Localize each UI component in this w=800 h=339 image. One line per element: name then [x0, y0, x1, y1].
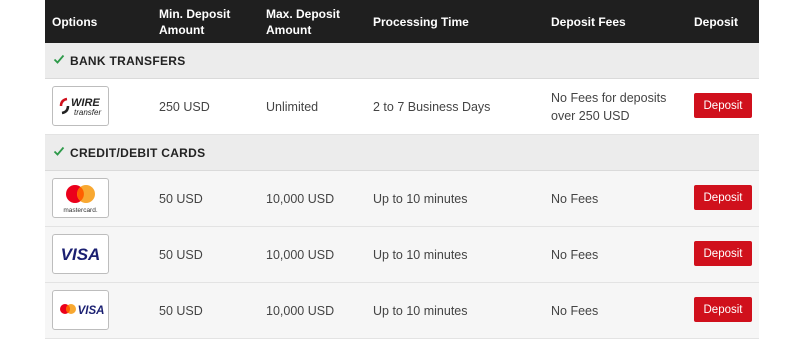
mastercard-logo: mastercard. [52, 178, 109, 218]
deposit-fees: No Fees for deposits over 250 USD [551, 90, 667, 123]
section-title: CREDIT/DEBIT CARDS [70, 145, 206, 160]
table-row: WIRE transfer 250 USD Unlimited 2 to 7 B… [45, 79, 759, 135]
processing-time: Up to 10 minutes [373, 303, 468, 318]
header-options: Options [52, 14, 98, 29]
min-deposit: 50 USD [159, 191, 203, 206]
deposit-button[interactable]: Deposit [694, 93, 752, 118]
header-max-deposit: Max. Deposit Amount [266, 6, 341, 37]
deposit-button[interactable]: Deposit [694, 241, 752, 266]
section-bank-transfers: BANK TRANSFERS [45, 43, 759, 79]
mastercard-text: mastercard. [63, 207, 98, 214]
mastercard-visa-icon: VISA [60, 304, 105, 317]
processing-time: Up to 10 minutes [373, 191, 468, 206]
section-credit-debit-cards: CREDIT/DEBIT CARDS [45, 135, 759, 171]
deposit-button[interactable]: Deposit [694, 297, 752, 322]
section-title: BANK TRANSFERS [70, 53, 186, 68]
transfer-text: transfer [74, 108, 101, 117]
min-deposit: 250 USD [159, 99, 210, 114]
table-row: VISA 50 USD 10,000 USD Up to 10 minutes … [45, 283, 759, 339]
processing-time: Up to 10 minutes [373, 247, 468, 262]
visa-icon: VISA [61, 245, 101, 264]
visa-text: VISA [61, 245, 101, 264]
max-deposit: 10,000 USD [266, 191, 335, 206]
max-deposit: 10,000 USD [266, 303, 335, 318]
deposit-fees: No Fees [551, 303, 599, 318]
deposit-fees: No Fees [551, 191, 599, 206]
wire-transfer-icon: WIRE transfer [59, 97, 101, 117]
visa-text: VISA [78, 305, 105, 317]
mastercard-visa-logo: VISA [52, 290, 109, 330]
mastercard-icon: mastercard. [63, 185, 98, 214]
table-row: mastercard. 50 USD 10,000 USD Up to 10 m… [45, 171, 759, 227]
min-deposit: 50 USD [159, 303, 203, 318]
check-icon [53, 54, 65, 64]
header-deposit-fees: Deposit Fees [551, 14, 626, 29]
table-header: Options Min. Deposit Amount Max. Deposit… [45, 0, 759, 43]
table-row: VISA 50 USD 10,000 USD Up to 10 minutes … [45, 227, 759, 283]
check-icon [53, 146, 65, 156]
header-processing-time: Processing Time [373, 14, 469, 29]
header-deposit: Deposit [694, 14, 739, 29]
deposit-methods-table: Options Min. Deposit Amount Max. Deposit… [45, 0, 759, 339]
deposit-button[interactable]: Deposit [694, 185, 752, 210]
deposit-fees: No Fees [551, 247, 599, 262]
max-deposit: Unlimited [266, 99, 319, 114]
min-deposit: 50 USD [159, 247, 203, 262]
header-min-deposit: Min. Deposit Amount [159, 6, 231, 37]
processing-time: 2 to 7 Business Days [373, 99, 491, 114]
visa-logo: VISA [52, 234, 109, 274]
wire-transfer-logo: WIRE transfer [52, 86, 109, 126]
max-deposit: 10,000 USD [266, 247, 335, 262]
